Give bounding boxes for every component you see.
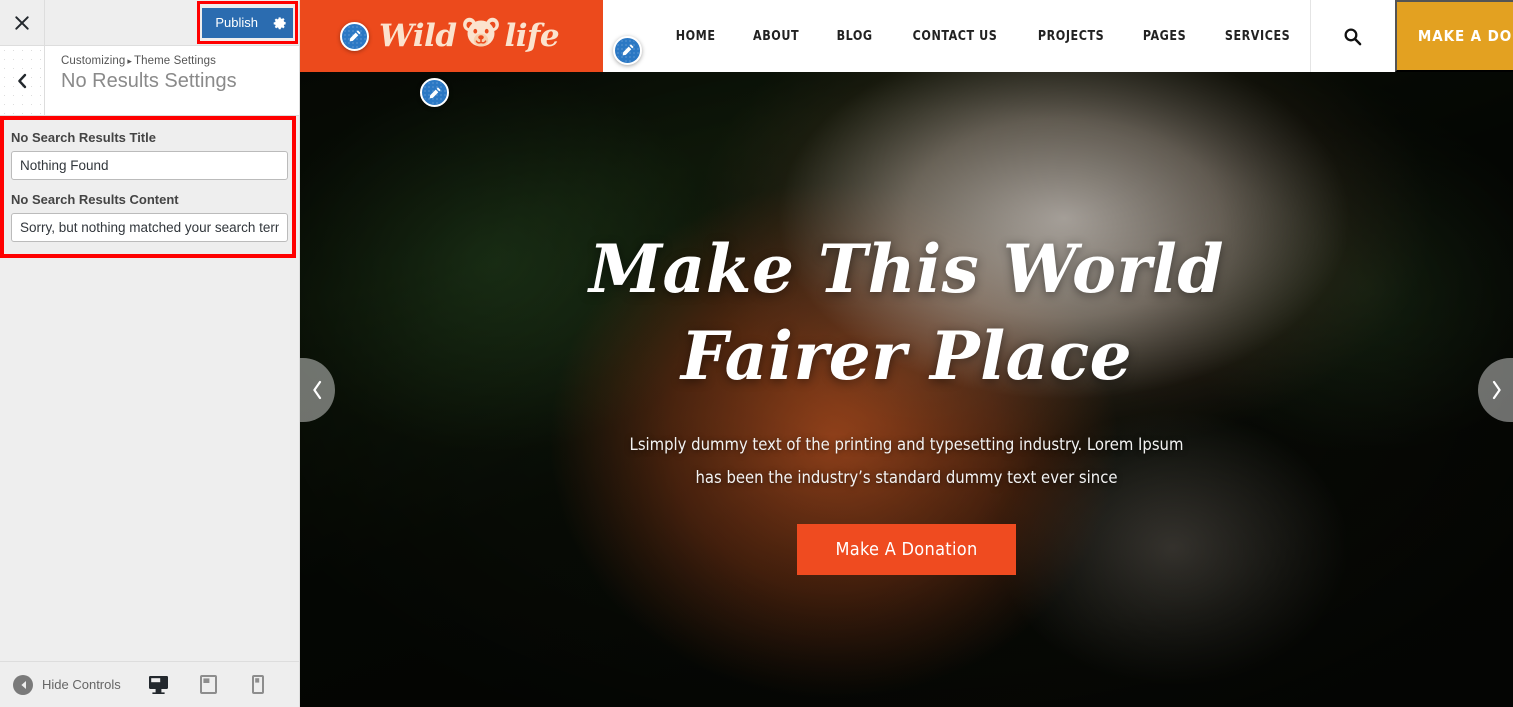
nav-item-services[interactable]: SERVICES	[1209, 28, 1306, 44]
brand-wordmark: Wild life	[379, 16, 560, 56]
chevron-left-icon[interactable]	[0, 46, 45, 115]
no-search-results-content-input[interactable]	[11, 213, 288, 242]
customizer-footer: Hide Controls	[0, 661, 299, 707]
page-title: No Results Settings	[61, 70, 237, 92]
site-header: Wild life HOME ABOUT BLOG CONTACT US PRO…	[300, 0, 1513, 72]
collapse-left-icon	[13, 674, 33, 695]
no-search-results-title-label: No Search Results Title	[11, 130, 156, 145]
panel-titles: Customizing ▸ Theme Settings No Results Se…	[45, 46, 249, 115]
nav-item-home[interactable]: HOME	[660, 28, 731, 44]
edit-pencil-icon[interactable]	[420, 78, 449, 107]
edit-pencil-icon[interactable]	[613, 35, 642, 65]
device-mobile-button[interactable]	[245, 670, 271, 700]
customizer-controls-area: No Search Results Title No Search Result…	[0, 116, 299, 661]
hero-title: Make This World Fairer Place	[589, 226, 1224, 400]
hero-make-a-donation-button[interactable]: Make A Donation	[797, 524, 1016, 576]
breadcrumb-root: Customizing	[61, 55, 126, 67]
search-icon[interactable]	[1309, 0, 1395, 72]
nav-item-contact-us[interactable]: CONTACT US	[897, 28, 1013, 44]
site-navigation: HOME ABOUT BLOG CONTACT US PROJECTS PAGE…	[603, 0, 1310, 72]
hero-content: Make This World Fairer Place Lsimply dum…	[300, 101, 1513, 707]
hero-title-line2: Fairer Place	[680, 317, 1133, 396]
site-preview: Wild life HOME ABOUT BLOG CONTACT US PRO…	[300, 0, 1513, 707]
hero-title-line1: Make This World	[588, 230, 1225, 308]
site-brand[interactable]: Wild life	[300, 0, 603, 72]
nav-item-projects[interactable]: PROJECTS	[1022, 28, 1120, 44]
header-spacer	[45, 0, 202, 45]
customizer-app: Publish Customizing ▸ Theme Settings No …	[0, 0, 1513, 707]
no-results-settings-section: No Search Results Title No Search Result…	[0, 116, 299, 258]
publish-group: Publish	[197, 0, 299, 45]
brand-text-first: Wild	[379, 17, 457, 54]
no-search-results-content-label: No Search Results Content	[11, 192, 179, 207]
device-tablet-button[interactable]	[195, 670, 221, 700]
breadcrumb: Customizing ▸ Theme Settings	[61, 55, 237, 67]
close-icon[interactable]	[0, 0, 45, 45]
customizer-header: Publish	[0, 0, 299, 46]
device-preview-group	[142, 670, 285, 707]
hero-subtitle: Lsimply dummy text of the printing and t…	[629, 435, 1184, 488]
nav-item-pages[interactable]: PAGES	[1127, 28, 1202, 44]
nav-items: HOME ABOUT BLOG CONTACT US PROJECTS PAGE…	[657, 28, 1310, 44]
control-no-search-results-title: No Search Results Title	[11, 130, 288, 180]
no-search-results-title-input[interactable]	[11, 151, 288, 180]
hero-slider: Make This World Fairer Place Lsimply dum…	[300, 72, 1513, 707]
hide-controls-label: Hide Controls	[42, 677, 121, 692]
brand-text-second: life	[504, 17, 560, 54]
control-no-search-results-content: No Search Results Content	[11, 192, 288, 242]
nav-item-about[interactable]: ABOUT	[738, 28, 815, 44]
make-a-donation-button[interactable]: MAKE A DONATION	[1394, 0, 1513, 72]
breadcrumb-parent: Theme Settings	[134, 55, 216, 67]
bear-head-icon	[461, 16, 501, 56]
panel-header: Customizing ▸ Theme Settings No Results Se…	[0, 46, 299, 116]
customizer-sidebar: Publish Customizing ▸ Theme Settings No …	[0, 0, 300, 707]
edit-pencil-icon[interactable]	[340, 21, 369, 51]
nav-item-blog[interactable]: BLOG	[821, 28, 888, 44]
breadcrumb-separator: ▸	[127, 56, 132, 66]
gear-icon[interactable]	[267, 7, 293, 38]
hide-controls-button[interactable]: Hide Controls	[13, 674, 121, 695]
publish-button[interactable]: Publish	[202, 7, 267, 38]
device-desktop-button[interactable]	[142, 670, 174, 707]
